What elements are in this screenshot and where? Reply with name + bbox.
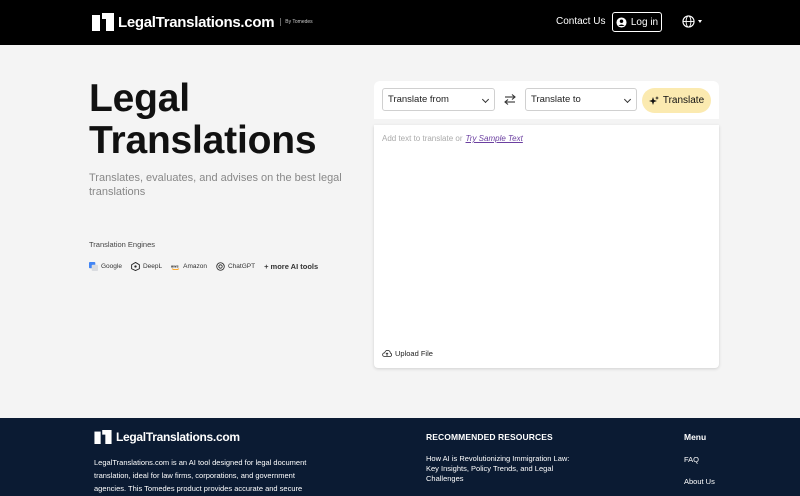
page-subtitle: Translates, evaluates, and advises on th… (89, 172, 342, 198)
login-button[interactable]: Log in (612, 12, 662, 32)
sparkle-icon (648, 95, 659, 105)
engine-label: ChatGPT (227, 263, 256, 270)
svg-text:aws: aws (171, 263, 179, 268)
login-label: Log in (630, 16, 659, 28)
footer-menu-about-us[interactable]: About Us (684, 477, 715, 486)
site-logo[interactable]: LegalTranslations.com By Tomedes (92, 13, 313, 31)
upload-file-label: Upload File (395, 349, 433, 358)
engine-label: Google (101, 263, 122, 270)
deepl-icon (131, 262, 140, 271)
swap-languages-icon[interactable] (504, 94, 516, 105)
footer-menu-heading: Menu (684, 432, 707, 442)
recommended-resources-heading: RECOMMENDED RESOURCES (426, 432, 553, 442)
footer-menu-faq[interactable]: FAQ (684, 455, 699, 464)
title-line-1: Legal (89, 77, 190, 120)
footer-logo-text: LegalTranslations.com (116, 430, 240, 444)
translator-toolbar: Translate from Translate to Translate (374, 81, 719, 119)
footer-description: LegalTranslations.com is an AI tool desi… (94, 458, 307, 493)
engine-deepl: DeepL (131, 262, 162, 271)
engine-google: Google (89, 262, 122, 271)
try-sample-text-link[interactable]: Try Sample Text (466, 134, 523, 143)
placeholder-text: Add text to translate or (382, 134, 463, 143)
chatgpt-icon (216, 262, 225, 271)
logo-mark-icon (94, 430, 112, 444)
engine-chatgpt: ChatGPT (216, 262, 255, 271)
engines-label: Translation Engines (89, 240, 156, 249)
top-nav-bar: LegalTranslations.com By Tomedes Contact… (0, 0, 800, 45)
logo-by-tomedes: By Tomedes (280, 18, 313, 26)
contact-us-link[interactable]: Contact Us (556, 16, 605, 27)
translate-to-select[interactable]: Translate to (525, 88, 637, 111)
engine-label: Amazon (183, 263, 207, 270)
page-title: Legal Translations (89, 77, 317, 162)
translate-from-value: Translate from (388, 94, 449, 105)
resource-link[interactable]: How AI is Revolutionizing Immigration La… (426, 454, 576, 484)
engine-label: DeepL (142, 263, 163, 270)
engines-list: Google DeepL aws Amazon ChatGPT + more A… (89, 262, 318, 271)
logo-text: LegalTranslations.com (118, 13, 275, 31)
chevron-down-icon (481, 95, 490, 104)
translate-from-select[interactable]: Translate from (382, 88, 495, 111)
google-translate-icon (89, 262, 98, 271)
chevron-down-icon (623, 95, 632, 104)
aws-icon: aws (171, 263, 180, 271)
footer: LegalTranslations.com LegalTranslations.… (0, 418, 800, 496)
translate-button-label: Translate (662, 95, 705, 106)
upload-file-button[interactable]: Upload File (382, 349, 433, 358)
title-line-2: Translations (89, 119, 317, 162)
source-text-area[interactable]: Add text to translate or Try Sample Text … (374, 125, 719, 368)
cloud-upload-icon (382, 349, 392, 357)
logo-mark-icon (92, 13, 114, 31)
engine-amazon: aws Amazon (171, 262, 207, 271)
translate-button[interactable]: Translate (642, 88, 711, 113)
user-icon (616, 16, 627, 28)
text-placeholder: Add text to translate or Try Sample Text (382, 134, 523, 143)
language-selector[interactable] (682, 15, 702, 28)
globe-icon (682, 15, 695, 28)
more-ai-tools-link[interactable]: + more AI tools (264, 262, 318, 271)
footer-logo[interactable]: LegalTranslations.com (94, 430, 240, 444)
chevron-down-icon (698, 20, 702, 23)
translate-to-value: Translate to (531, 94, 581, 105)
